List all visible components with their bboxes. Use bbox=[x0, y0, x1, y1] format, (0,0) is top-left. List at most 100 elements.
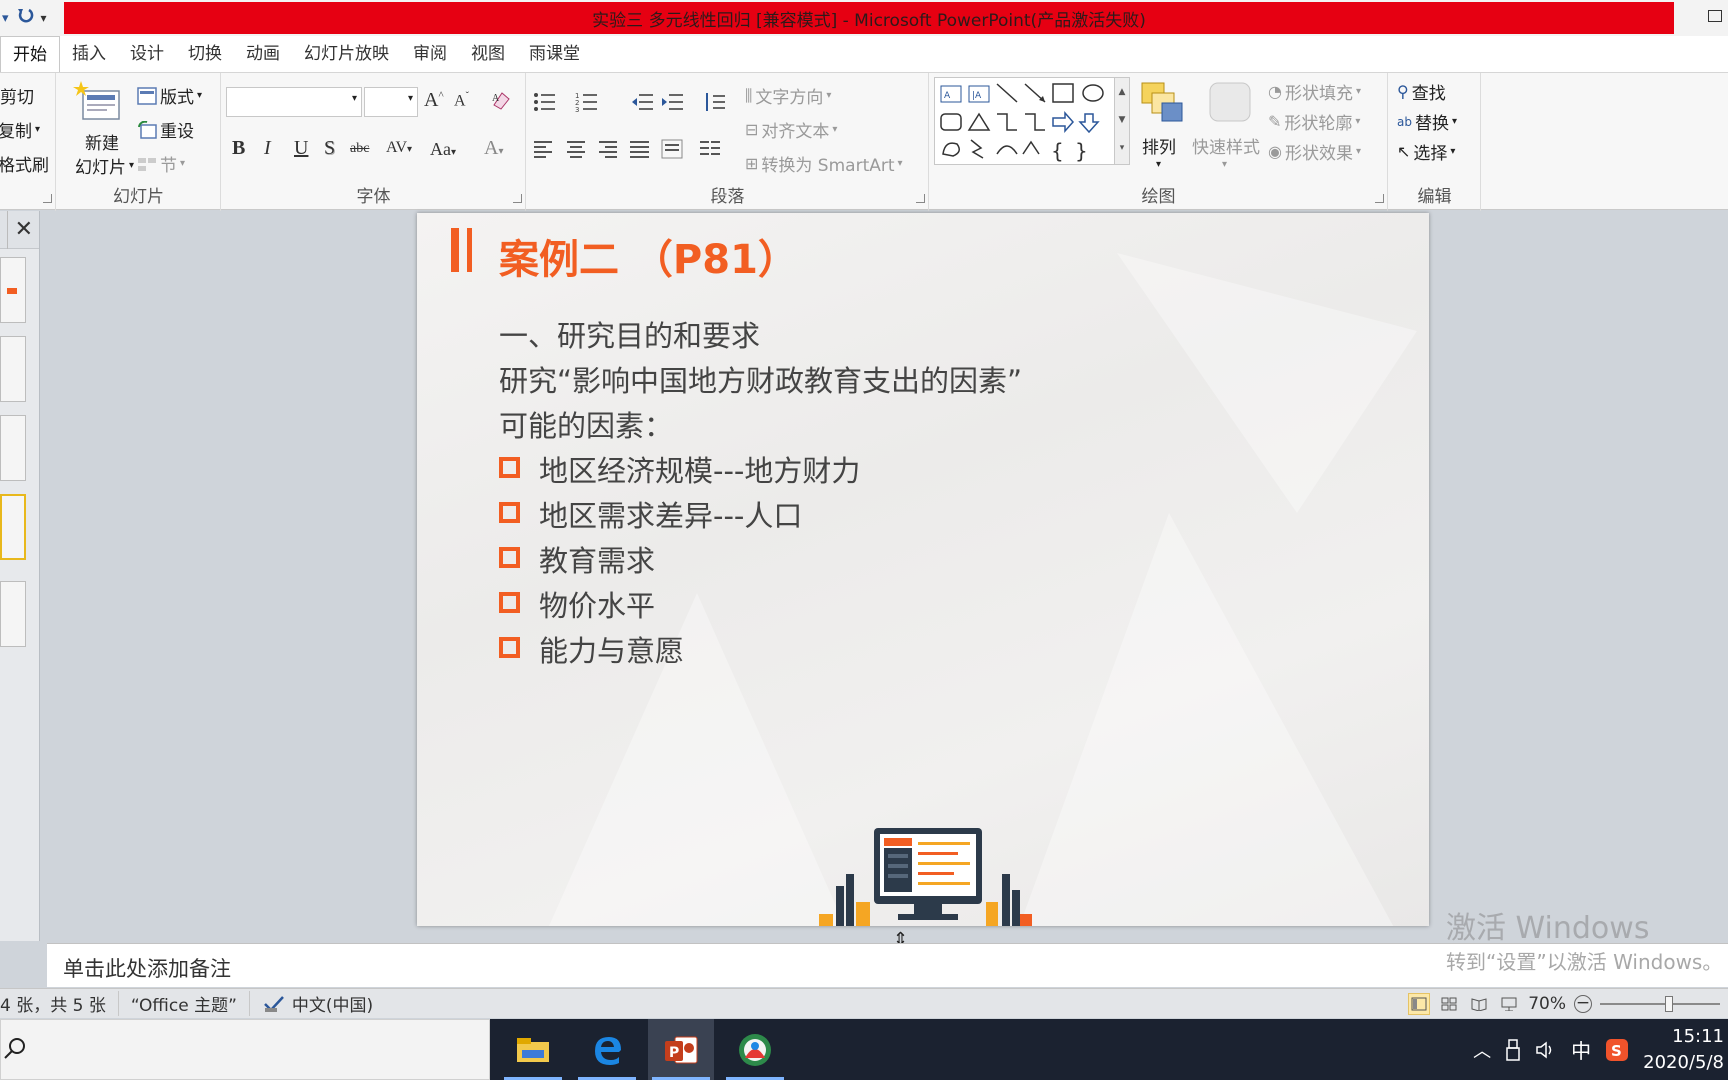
columns-icon[interactable] bbox=[699, 139, 729, 159]
tab-animations[interactable]: 动画 bbox=[234, 36, 292, 72]
customize-qat-icon[interactable]: ▾ bbox=[41, 11, 47, 25]
redo-icon[interactable]: ▾ bbox=[2, 11, 9, 26]
align-right-icon[interactable] bbox=[597, 139, 619, 159]
replace-button[interactable]: ab 替换 ▾ bbox=[1397, 109, 1457, 134]
zoom-out-icon[interactable]: − bbox=[1574, 995, 1592, 1013]
undo-icon[interactable] bbox=[15, 6, 35, 30]
chevron-down-icon: ▾ bbox=[351, 93, 357, 104]
slide-thumbnail-2[interactable] bbox=[0, 336, 26, 402]
tab-yuketang[interactable]: 雨课堂 bbox=[517, 36, 592, 72]
strikethrough-button[interactable]: abc bbox=[350, 141, 369, 157]
distributed-icon[interactable] bbox=[661, 139, 683, 159]
shadow-button[interactable]: S bbox=[324, 137, 335, 160]
tab-view[interactable]: 视图 bbox=[459, 36, 517, 72]
char-spacing-button[interactable]: AV▾ bbox=[386, 139, 412, 157]
align-text-button[interactable]: ⊟ 对齐文本 ▾ bbox=[745, 117, 837, 142]
font-dialog-launcher[interactable] bbox=[513, 194, 522, 203]
powerpoint-icon[interactable]: P bbox=[648, 1019, 714, 1080]
layout-button[interactable]: 版式 ▾ bbox=[137, 83, 202, 108]
system-clock[interactable]: 15:11 2020/5/8 bbox=[1643, 1024, 1724, 1076]
slide-thumbnail-3[interactable] bbox=[0, 415, 26, 481]
tab-review[interactable]: 审阅 bbox=[401, 36, 459, 72]
file-explorer-icon[interactable] bbox=[500, 1019, 566, 1080]
zoom-slider-thumb[interactable] bbox=[1665, 996, 1673, 1012]
paragraph-dialog-launcher[interactable] bbox=[916, 194, 925, 203]
arrange-button[interactable]: 排列 ▾ bbox=[1136, 79, 1188, 179]
input-method-indicator[interactable]: 中 bbox=[1571, 1035, 1591, 1064]
spell-check-icon bbox=[264, 995, 284, 1012]
increase-indent-icon[interactable] bbox=[661, 91, 685, 113]
grow-font-button[interactable]: A^ bbox=[424, 89, 444, 112]
shape-fill-button[interactable]: ◔ 形状填充 ▾ bbox=[1268, 79, 1361, 104]
copy-button[interactable]: 复制 ▾ bbox=[0, 117, 40, 142]
close-icon[interactable]: ✕ bbox=[15, 217, 33, 242]
drawing-dialog-launcher[interactable] bbox=[1375, 194, 1384, 203]
justify-icon[interactable] bbox=[629, 139, 651, 159]
find-button[interactable]: ⚲ 查找 bbox=[1397, 79, 1446, 104]
sogou-ime-icon[interactable]: S bbox=[1605, 1038, 1629, 1062]
numbering-icon[interactable]: 123 bbox=[575, 91, 605, 113]
usb-device-icon[interactable] bbox=[1505, 1038, 1521, 1061]
clear-format-icon[interactable]: A bbox=[490, 89, 512, 117]
tab-slideshow[interactable]: 幻灯片放映 bbox=[292, 36, 401, 72]
slide-thumbnail-1[interactable] bbox=[0, 257, 26, 323]
reading-view-icon[interactable] bbox=[1468, 993, 1490, 1015]
tab-design[interactable]: 设计 bbox=[118, 36, 176, 72]
font-name-combo[interactable]: ▾ bbox=[226, 87, 362, 117]
edge-browser-icon[interactable] bbox=[574, 1019, 640, 1080]
copy-label: 复制 bbox=[0, 122, 32, 142]
restore-window-button[interactable] bbox=[1708, 10, 1722, 22]
taskbar-search-box[interactable] bbox=[0, 1019, 490, 1080]
align-left-icon[interactable] bbox=[533, 139, 555, 159]
shape-outline-button[interactable]: ✎ 形状轮廓 ▾ bbox=[1268, 109, 1360, 134]
section-button[interactable]: 节 ▾ bbox=[137, 151, 185, 176]
outline-tab[interactable] bbox=[0, 211, 8, 249]
shapes-gallery[interactable]: A |A { } bbox=[934, 77, 1126, 165]
volume-icon[interactable] bbox=[1535, 1040, 1557, 1060]
taskbar: P ︿ 中 S 15:11 2020/5/8 bbox=[0, 1019, 1728, 1080]
new-slide-button[interactable]: 新建 幻灯片 ▾ bbox=[71, 79, 134, 179]
shape-effects-button[interactable]: ◉ 形状效果 ▾ bbox=[1268, 139, 1361, 164]
photo-app-icon[interactable] bbox=[722, 1019, 788, 1080]
font-color-button[interactable]: A▾ bbox=[484, 137, 503, 160]
slideshow-view-icon[interactable] bbox=[1498, 993, 1520, 1015]
font-size-combo[interactable]: ▾ bbox=[364, 87, 418, 117]
language-indicator[interactable]: 中文(中国) bbox=[250, 991, 385, 1016]
shapes-gallery-scroll[interactable]: ▲ ▼ ▾ bbox=[1114, 77, 1130, 165]
format-painter-button[interactable]: 格式刷 bbox=[0, 151, 49, 176]
quick-styles-button[interactable]: 快速样式 ▾ bbox=[1192, 79, 1266, 179]
slide-sorter-icon[interactable] bbox=[1438, 993, 1460, 1015]
chevron-down-icon: ▾ bbox=[1156, 159, 1162, 170]
normal-view-icon[interactable] bbox=[1408, 993, 1431, 1015]
line-spacing-icon[interactable] bbox=[703, 91, 733, 113]
smartart-label: 转换为 SmartArt bbox=[761, 156, 895, 176]
reset-button[interactable]: 重设 bbox=[137, 117, 194, 142]
bullets-icon[interactable] bbox=[533, 91, 563, 113]
zoom-slider[interactable] bbox=[1600, 993, 1720, 1015]
tab-insert[interactable]: 插入 bbox=[60, 36, 118, 72]
change-case-button[interactable]: Aa▾ bbox=[430, 139, 456, 160]
shrink-font-button[interactable]: Aˇ bbox=[454, 91, 469, 110]
theme-name[interactable]: “Office 主题” bbox=[119, 991, 250, 1016]
svg-text:|A: |A bbox=[972, 91, 982, 101]
zoom-track bbox=[1600, 1003, 1720, 1005]
smartart-button[interactable]: ⊞ 转换为 SmartArt ▾ bbox=[745, 151, 903, 176]
italic-button[interactable]: I bbox=[264, 137, 271, 160]
decrease-indent-icon[interactable] bbox=[631, 91, 655, 113]
show-hidden-icons-icon[interactable]: ︿ bbox=[1473, 1037, 1491, 1063]
slide-canvas[interactable]: 案例二 （P81） 一、研究目的和要求 研究“影响中国地方财政教育支出的因素” … bbox=[417, 213, 1429, 926]
slide-thumbnail-4[interactable] bbox=[0, 494, 26, 560]
svg-text:A: A bbox=[492, 93, 500, 104]
select-button[interactable]: ↖ 选择 ▾ bbox=[1397, 139, 1455, 164]
bold-button[interactable]: B bbox=[232, 137, 245, 160]
zoom-level[interactable]: 70% bbox=[1528, 994, 1566, 1014]
align-center-icon[interactable] bbox=[565, 139, 587, 159]
underline-button[interactable]: U bbox=[294, 137, 308, 160]
tab-transitions[interactable]: 切换 bbox=[176, 36, 234, 72]
text-direction-button[interactable]: ⫼ 文字方向 ▾ bbox=[745, 83, 831, 109]
clipboard-dialog-launcher[interactable] bbox=[43, 194, 52, 203]
svg-text:P: P bbox=[669, 1045, 679, 1061]
cut-button[interactable]: 剪切 bbox=[0, 83, 34, 108]
tab-home[interactable]: 开始 bbox=[0, 36, 60, 72]
slide-thumbnail-5[interactable] bbox=[0, 581, 26, 647]
